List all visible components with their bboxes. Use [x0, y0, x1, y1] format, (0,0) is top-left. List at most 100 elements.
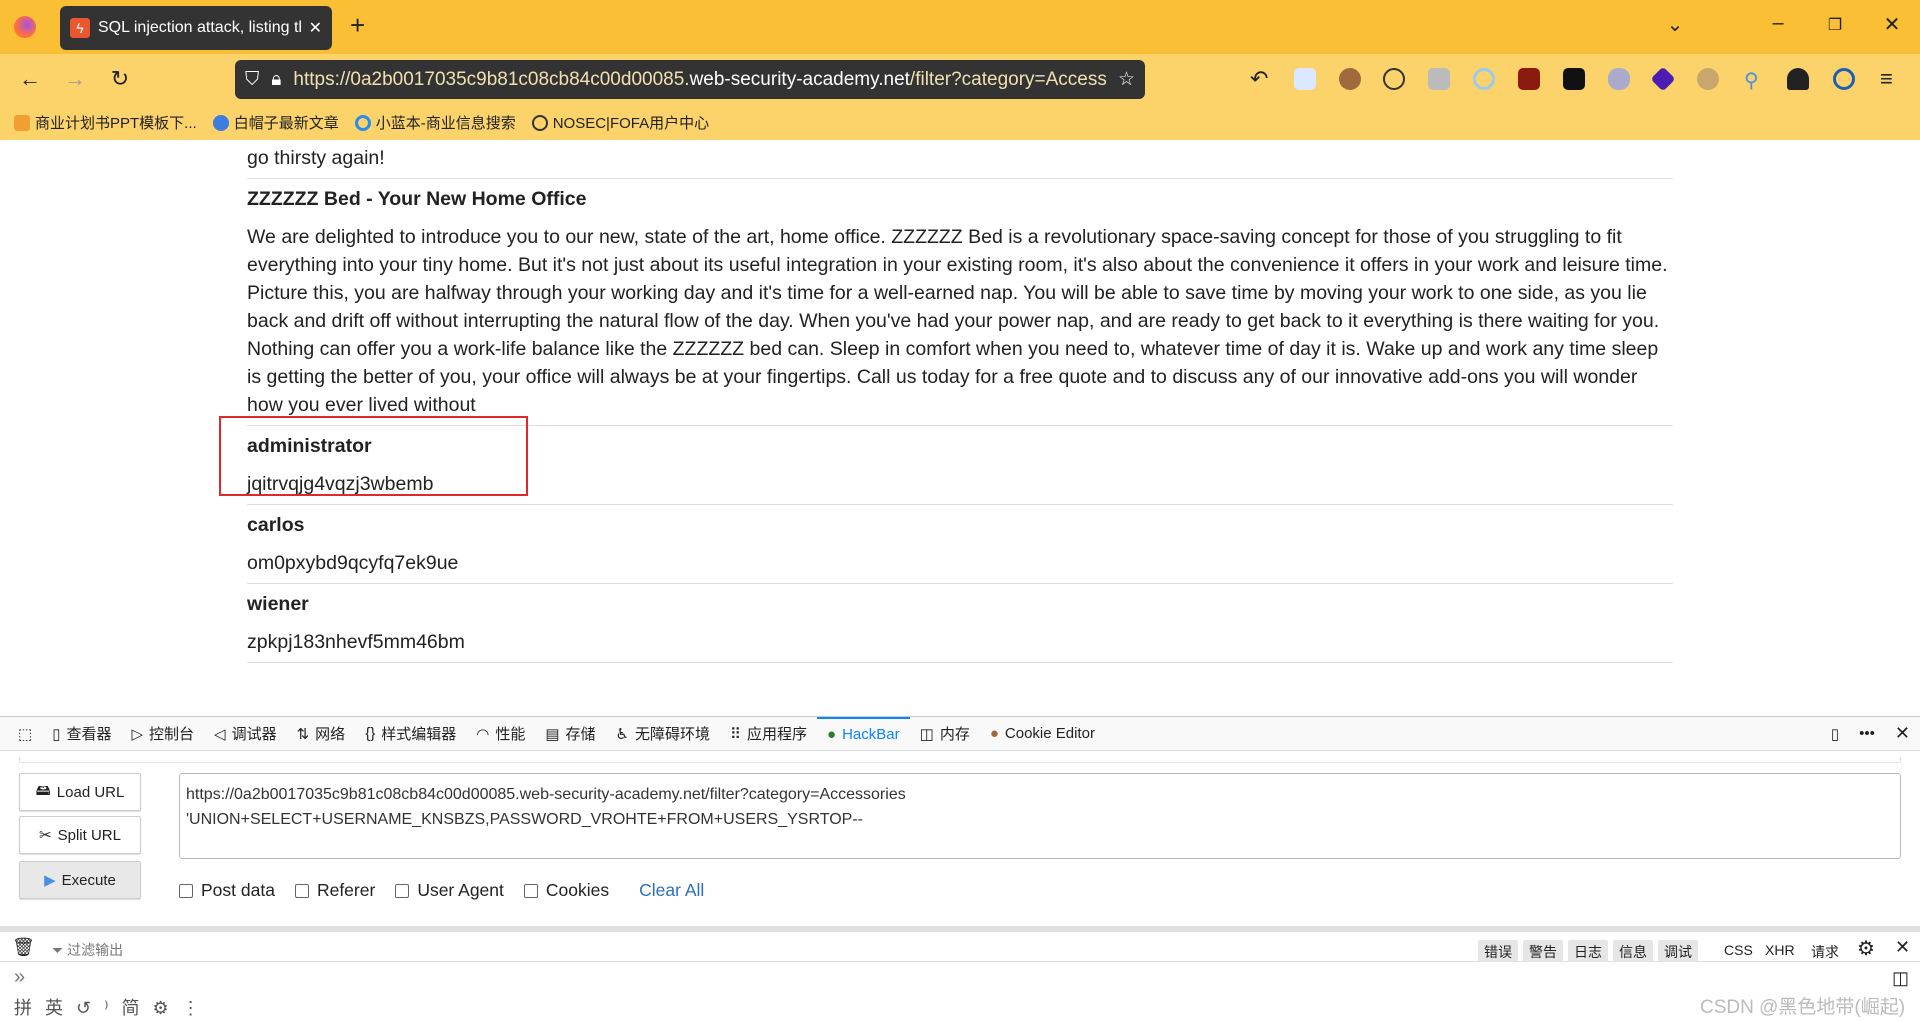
menu-icon[interactable]: ≡	[1880, 66, 1893, 92]
restore-icon[interactable]: ❐	[1820, 15, 1850, 35]
bookmark-item[interactable]: NOSEC|FOFA用户中心	[531, 112, 709, 133]
load-url-button[interactable]: 🖴︎ Load URL	[19, 773, 141, 811]
bookmark-item[interactable]: 商业计划书PPT模板下...	[14, 112, 197, 133]
tab-label: 样式编辑器	[381, 726, 457, 743]
filter-warnings[interactable]: 警告	[1523, 940, 1563, 964]
extension-icon[interactable]	[1473, 68, 1495, 90]
tab-label: 存储	[565, 726, 596, 743]
password: om0pxybd9qcyfq7ek9ue	[247, 552, 459, 574]
extension-icon[interactable]	[1518, 68, 1540, 90]
username: carlos	[247, 514, 305, 536]
url-bar[interactable]: ⛉ 🔒︎ https://0a2b0017035c9b81c08cb84c00d…	[235, 60, 1145, 99]
minimize-icon[interactable]: –	[1763, 12, 1793, 35]
cookie-icon[interactable]	[1339, 68, 1361, 90]
trash-icon[interactable]: 🗑︎	[12, 937, 35, 958]
toggle-extension-icon[interactable]	[1608, 68, 1630, 90]
tab-network[interactable]: ⇅ 网络	[287, 717, 356, 750]
console-toolbar: 🗑︎ ⏷ 过滤输出 错误 警告 日志 信息 调试 CSS XHR 请求 ⚙ ✕	[0, 926, 1920, 964]
watermark: CSDN @黑色地带(崛起)	[1700, 997, 1906, 1018]
new-tab-button[interactable]: +	[350, 10, 365, 41]
execute-button[interactable]: ▶ Execute	[19, 861, 141, 899]
browser-tab[interactable]: ϟ SQL injection attack, listing the data…	[60, 6, 332, 50]
tab-label: Cookie Editor	[1004, 725, 1095, 742]
tab-cookie-editor[interactable]: ● Cookie Editor	[980, 717, 1105, 750]
hackbar-url-textarea[interactable]: https://0a2b0017035c9b81c08cb84c00d00085…	[179, 773, 1901, 859]
tab-memory[interactable]: ◫ 内存	[910, 717, 980, 750]
filter-info[interactable]: 信息	[1613, 940, 1653, 964]
extension-icon[interactable]	[1294, 68, 1316, 90]
list-tabs-icon[interactable]: ⌄	[1660, 12, 1690, 37]
close-window-icon[interactable]: ✕	[1877, 12, 1907, 37]
filter-debug[interactable]: 调试	[1658, 940, 1698, 964]
button-label: Load URL	[56, 783, 125, 801]
tab-inspector[interactable]: ▯ 查看器	[42, 717, 121, 750]
settings-gear-icon[interactable]: ⚙	[1857, 936, 1875, 961]
option-label: Post data	[201, 880, 275, 900]
clear-all-link[interactable]: Clear All	[639, 880, 704, 901]
referer-checkbox[interactable]: Referer	[294, 880, 375, 901]
close-devtools-icon[interactable]: ✕	[1885, 717, 1920, 750]
devtools-toolbar: ⬚ ▯ 查看器 ▷ 控制台 ◁ 调试器 ⇅ 网络 {} 样式编辑器 ◠ 性能 ▤…	[0, 716, 1920, 751]
ime-toolbar: 拼 英 ↺ ⁾ 简 ⚙ ⋮	[14, 998, 204, 1018]
option-label: User Agent	[417, 880, 504, 900]
tab-console[interactable]: ▷ 控制台	[121, 717, 204, 750]
password: zpkpj183nhevf5mm46bm	[247, 631, 465, 653]
bookmarks-bar: 商业计划书PPT模板下... 白帽子最新文章 小蓝本-商业信息搜索 NOSEC|…	[0, 105, 1920, 140]
extension-icon[interactable]	[1833, 68, 1855, 90]
forward-icon[interactable]: →	[60, 66, 90, 92]
close-tab-icon[interactable]: ✕	[309, 18, 322, 38]
pin-icon[interactable]: ⚲	[1744, 68, 1766, 92]
product-row: ZZZZZZ Bed - Your New Home Office We are…	[247, 178, 1673, 425]
extension-icon[interactable]	[1563, 68, 1585, 90]
cookies-checkbox[interactable]: Cookies	[523, 880, 609, 901]
element-picker-icon[interactable]: ⬚	[8, 717, 42, 750]
split-url-button[interactable]: ✂ Split URL	[19, 816, 141, 854]
tab-hackbar[interactable]: ● HackBar	[817, 717, 910, 750]
tab-performance[interactable]: ◠ 性能	[466, 717, 535, 750]
post-data-checkbox[interactable]: Post data	[179, 880, 275, 901]
extension-icon[interactable]	[1428, 68, 1450, 90]
user-row: wiener zpkpj183nhevf5mm46bm	[247, 583, 1673, 662]
filter-logs[interactable]: 日志	[1568, 940, 1608, 964]
scissors-icon: ✂	[39, 827, 52, 844]
filter-errors[interactable]: 错误	[1478, 940, 1518, 964]
tab-debugger[interactable]: ◁ 调试器	[204, 717, 287, 750]
filter-requests[interactable]: 请求	[1811, 942, 1839, 962]
sidebar-toggle-icon[interactable]: ◫	[1892, 968, 1909, 989]
dock-icon[interactable]: ▯	[1821, 717, 1849, 750]
tab-accessibility[interactable]: ♿︎ 无障碍环境	[606, 717, 720, 750]
filter-css[interactable]: CSS	[1724, 942, 1753, 958]
product-title: ZZZZZZ Bed - Your New Home Office	[247, 188, 587, 210]
extension-icon[interactable]	[1787, 68, 1809, 90]
undo-icon[interactable]: ↶	[1250, 66, 1268, 92]
tab-label: 应用程序	[747, 726, 808, 743]
firefox-logo-icon[interactable]	[14, 16, 36, 38]
back-icon[interactable]: ←	[15, 66, 45, 92]
extension-icon[interactable]	[1383, 68, 1405, 90]
user-row: carlos om0pxybd9qcyfq7ek9ue	[247, 504, 1673, 583]
reload-icon[interactable]: ↻	[105, 66, 135, 92]
more-icon[interactable]: •••	[1849, 717, 1885, 750]
filter-xhr[interactable]: XHR	[1765, 942, 1795, 958]
bookmark-label: 白帽子最新文章	[233, 115, 339, 132]
user-agent-checkbox[interactable]: User Agent	[395, 880, 504, 901]
highlight-box	[219, 416, 528, 496]
filter-output-input[interactable]: ⏷ 过滤输出	[52, 940, 123, 960]
tab-label: 网络	[315, 726, 346, 743]
lock-icon[interactable]: 🔒︎	[271, 69, 281, 91]
bookmark-item[interactable]: 小蓝本-商业信息搜索	[354, 112, 516, 133]
shield-icon[interactable]: ⛉	[245, 69, 259, 91]
url-base: https://0a2b0017035c9b81c08cb84c00d00085…	[293, 68, 690, 90]
button-label: Split URL	[57, 826, 121, 844]
bookmark-star-icon[interactable]: ☆	[1118, 68, 1135, 91]
bookmark-item[interactable]: 白帽子最新文章	[212, 112, 339, 133]
tab-label: HackBar	[842, 726, 900, 743]
filter-placeholder: 过滤输出	[67, 942, 124, 958]
close-console-icon[interactable]: ✕	[1895, 937, 1910, 958]
tab-label: 无障碍环境	[635, 726, 711, 743]
extension-icon[interactable]	[1697, 68, 1719, 90]
tab-style-editor[interactable]: {} 样式编辑器	[355, 717, 466, 750]
tab-application[interactable]: ⠿ 应用程序	[720, 717, 817, 750]
console-input-area[interactable]: » ◫ 拼 英 ↺ ⁾ 简 ⚙ ⋮ CSDN @黑色地带(崛起)	[0, 962, 1920, 1021]
tab-storage[interactable]: ▤ 存储	[535, 717, 605, 750]
